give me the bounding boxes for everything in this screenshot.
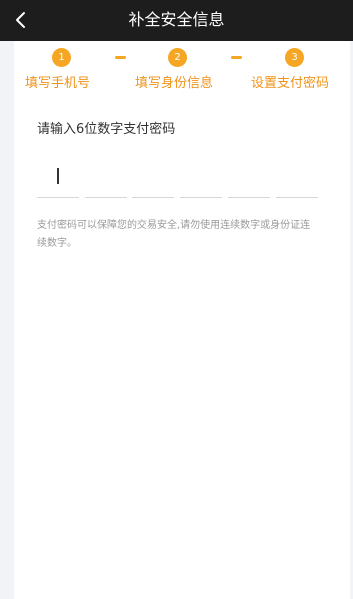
password-prompt: 请输入6位数字支付密码 <box>37 122 176 137</box>
step-1-indicator: 1 <box>52 48 71 67</box>
top-bar: 补全安全信息 <box>0 0 353 41</box>
step-3-indicator: 3 <box>285 48 304 67</box>
step-3-label: 设置支付密码 <box>251 76 330 91</box>
password-digit-slot[interactable] <box>276 168 318 198</box>
password-digit-slot[interactable] <box>228 168 270 198</box>
step-2-label: 填写身份信息 <box>135 76 214 91</box>
step-1-label: 填写手机号 <box>25 76 91 91</box>
text-cursor <box>57 168 59 184</box>
password-digit-slot[interactable] <box>180 168 222 198</box>
page-title: 补全安全信息 <box>128 10 225 29</box>
password-hint: 支付密码可以保障您的交易安全,请勿使用连续数字或身份证连续数字。 <box>37 220 311 249</box>
left-edge <box>0 41 14 599</box>
progress-steps: 1 2 3 填写手机号 填写身份信息 设置支付密码 <box>0 41 353 101</box>
step-connector <box>231 56 242 59</box>
step-2-indicator: 2 <box>168 48 187 67</box>
password-digit-slot[interactable] <box>85 168 127 198</box>
page: 补全安全信息 1 2 3 填写手机号 填写身份信息 设置支付密码 请输入6位数字… <box>0 0 353 599</box>
password-digit-slot[interactable] <box>37 168 79 198</box>
step-connector <box>115 56 126 59</box>
password-digit-slot[interactable] <box>132 168 174 198</box>
password-input[interactable] <box>37 168 321 198</box>
